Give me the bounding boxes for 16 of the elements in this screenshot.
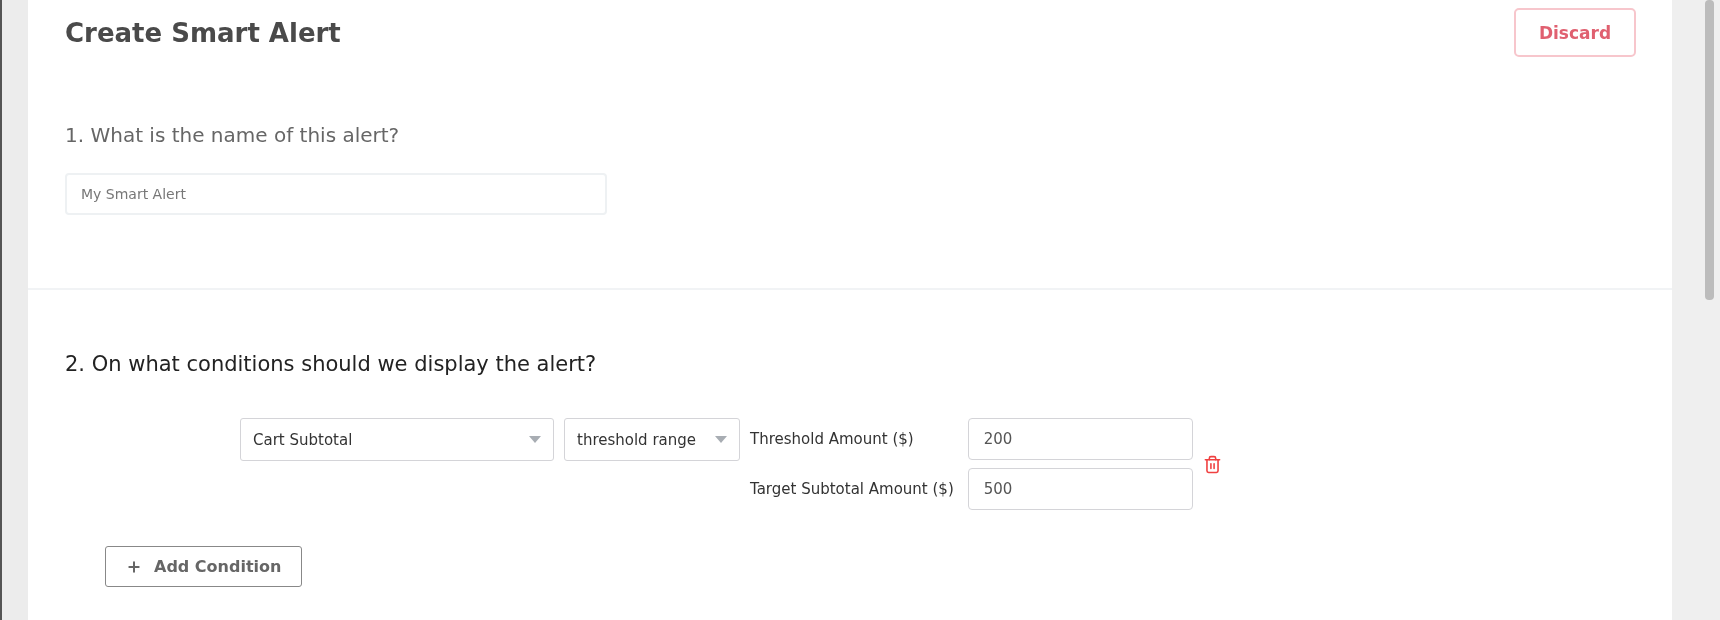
caret-icon [715,436,727,443]
field-label: Target Subtotal Amount ($) [750,480,954,498]
alert-name-field[interactable]: My Smart Alert [65,173,607,215]
plus-icon [126,558,142,575]
caret-icon [529,436,541,443]
field-label: Threshold Amount ($) [750,430,915,448]
page-title: Create Smart Alert [65,17,341,48]
field-select[interactable]: Cart Subtotal [240,418,554,461]
amount-field[interactable]: 200 [967,418,1193,460]
operator-select[interactable]: threshold range [564,418,740,461]
question-label: 1. What is the name of this alert? [65,123,401,147]
amount-field[interactable]: 500 [967,468,1193,510]
add-condition-button[interactable]: Add Condition [105,546,303,587]
scrollbar[interactable] [1705,0,1714,300]
question-label: 2. On what conditions should we display the alert? [65,352,598,376]
trash-icon[interactable] [1202,454,1222,474]
